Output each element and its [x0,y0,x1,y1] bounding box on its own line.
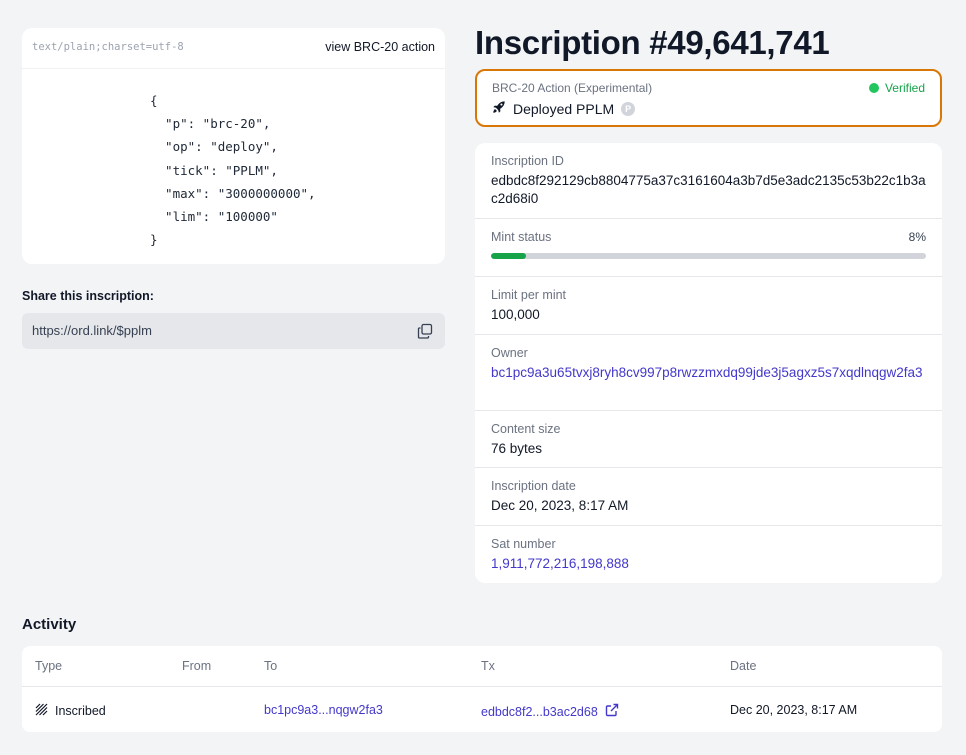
sat-number-link[interactable]: 1,911,772,216,198,888 [491,555,931,573]
detail-label: Owner [491,346,528,360]
brc20-action-card: BRC-20 Action (Experimental) Verified De… [475,69,942,127]
column-header-date: Date [730,659,757,673]
mint-progress-fill [491,253,526,259]
activity-to-link[interactable]: bc1pc9a3...nqgw2fa3 [264,703,383,717]
detail-content-size: Content size 76 bytes [475,411,942,468]
ticker-badge-icon: P [621,101,636,116]
inscription-details: Inscription ID edbdc8f292129cb8804775a37… [475,143,942,583]
divider [22,68,445,69]
activity-type: Inscribed [55,704,106,718]
detail-label: Content size [491,422,561,436]
detail-limit-per-mint: Limit per mint 100,000 [475,277,942,335]
verified-status: Verified [868,81,925,95]
content-size-value: 76 bytes [491,441,543,456]
owner-address-link[interactable]: bc1pc9a3u65tvxj8ryh8cv997p8rwzzmxdq99jde… [491,364,931,382]
activity-tx-link[interactable]: edbdc8f2...b3ac2d68 [481,705,598,719]
page-title: Inscription #49,641,741 [475,24,830,61]
activity-heading: Activity [22,616,77,633]
inscribed-icon [35,703,48,719]
share-label: Share this inscription: [22,289,154,303]
content-preview-card: text/plain;charset=utf-8 view BRC-20 act… [22,28,445,264]
column-header-from: From [182,659,212,673]
detail-sat-number: Sat number 1,911,772,216,198,888 [475,526,942,583]
external-link-icon[interactable] [605,703,619,720]
share-url[interactable]: https://ord.link/$pplm [32,323,152,338]
detail-owner: Owner bc1pc9a3u65tvxj8ryh8cv997p8rwzzmxd… [475,335,942,411]
detail-label: Sat number [491,537,556,551]
column-header-type: Type [35,659,63,673]
mint-progress-bar [491,253,926,259]
activity-table: Type From To Tx Date Inscribed bc1pc9a3.… [22,646,942,732]
brc20-action: Deployed PPLM P [492,100,636,117]
brc20-action-text: Deployed PPLM [513,100,615,117]
verified-text: Verified [884,81,925,95]
activity-date: Dec 20, 2023, 8:17 AM [730,703,858,717]
status-dot-icon [868,83,879,93]
json-content: { "p": "brc-20", "op": "deploy", "tick":… [150,93,316,248]
detail-inscription-id: Inscription ID edbdc8f292129cb8804775a37… [475,143,942,219]
view-brc20-action-link[interactable]: view BRC-20 action [325,40,435,54]
detail-mint-status: Mint status 8% [475,219,942,277]
activity-type-cell: Inscribed [35,703,106,719]
mint-percent: 8% [908,230,926,244]
rocket-icon [492,100,506,117]
brc20-action-label: BRC-20 Action (Experimental) [492,81,653,95]
column-header-to: To [264,659,278,673]
detail-label: Mint status [491,230,552,244]
activity-tx-cell[interactable]: edbdc8f2...b3ac2d68 [481,703,619,720]
mime-type: text/plain;charset=utf-8 [32,41,184,53]
detail-label: Inscription ID [491,154,564,168]
limit-per-mint-value: 100,000 [491,307,540,322]
detail-inscription-date: Inscription date Dec 20, 2023, 8:17 AM [475,468,942,526]
detail-label: Limit per mint [491,288,567,302]
share-url-box[interactable]: https://ord.link/$pplm [22,313,445,349]
copy-icon[interactable] [417,323,433,339]
inscription-date-value: Dec 20, 2023, 8:17 AM [491,498,629,513]
inscription-id-value: edbdc8f292129cb8804775a37c3161604a3b7d5e… [491,173,926,206]
detail-label: Inscription date [491,479,576,493]
column-header-tx: Tx [481,659,495,673]
